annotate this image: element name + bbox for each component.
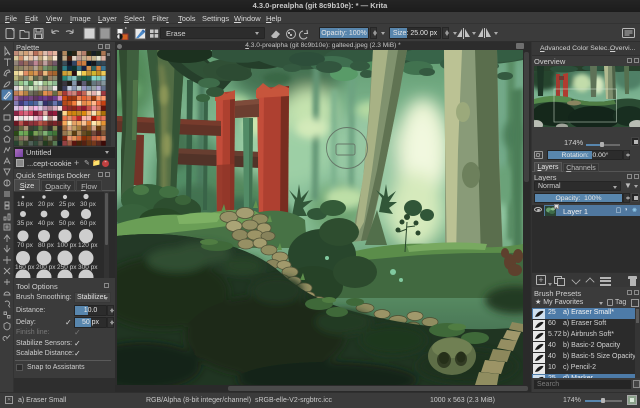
svg-text:50 px: 50 px [59,220,76,227]
svg-text:160 px: 160 px [15,264,35,271]
svg-text:30 px: 30 px [80,201,97,208]
svg-text:70 px: 70 px [17,242,34,249]
svg-text:250 px: 250 px [57,264,77,271]
svg-text:60 px: 60 px [80,220,97,227]
svg-text:25 px: 25 px [59,201,76,208]
svg-text:20 px: 20 px [38,201,55,208]
svg-text:120 px: 120 px [78,242,98,249]
svg-text:200 px: 200 px [36,264,56,271]
svg-text:35 px: 35 px [17,220,34,227]
svg-text:80 px: 80 px [38,242,55,249]
svg-text:300 px: 300 px [78,264,98,271]
svg-text:16 px: 16 px [17,201,34,208]
svg-text:40 px: 40 px [38,220,55,227]
svg-text:100 px: 100 px [57,242,77,249]
